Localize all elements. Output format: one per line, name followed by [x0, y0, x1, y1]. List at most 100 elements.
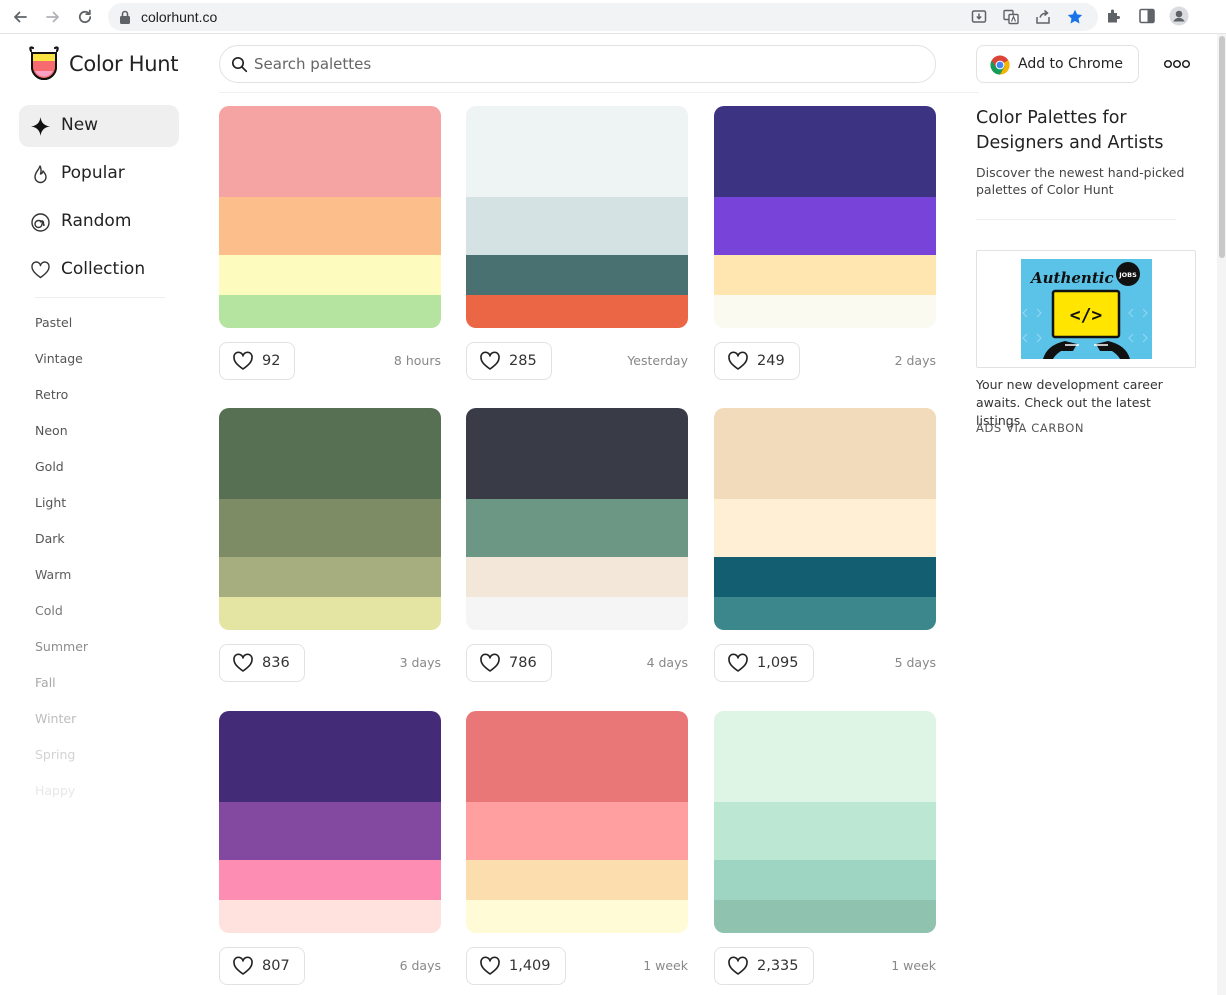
like-button[interactable]: 285 [466, 342, 552, 380]
color-swatch[interactable] [466, 860, 688, 900]
ads-via-carbon-link[interactable]: ADS VIA CARBON [976, 421, 1084, 435]
color-swatch[interactable] [466, 597, 688, 630]
search-input[interactable] [254, 52, 914, 76]
palette-swatches[interactable] [219, 711, 441, 933]
like-count: 92 [262, 353, 281, 369]
color-swatch[interactable] [466, 711, 688, 802]
color-swatch[interactable] [714, 711, 936, 802]
palette-swatches[interactable] [466, 408, 688, 630]
color-swatch[interactable] [219, 802, 441, 860]
color-swatch[interactable] [219, 900, 441, 933]
tag-link-dark[interactable]: Dark [35, 531, 65, 546]
back-button[interactable] [8, 5, 32, 29]
color-hunt-logo-icon[interactable] [27, 45, 61, 81]
share-icon[interactable] [1034, 8, 1052, 26]
add-to-chrome-button[interactable]: Add to Chrome [976, 45, 1139, 83]
color-swatch[interactable] [219, 295, 441, 328]
color-swatch[interactable] [219, 499, 441, 557]
color-swatch[interactable] [714, 295, 936, 328]
search-box[interactable] [219, 45, 936, 83]
color-swatch[interactable] [714, 597, 936, 630]
chrome-logo-icon [990, 55, 1010, 75]
color-swatch[interactable] [714, 860, 936, 900]
color-swatch[interactable] [466, 408, 688, 499]
bookmark-star-icon[interactable] [1066, 8, 1084, 26]
tag-link-gold[interactable]: Gold [35, 459, 64, 474]
tag-link-pastel[interactable]: Pastel [35, 315, 72, 330]
color-swatch[interactable] [219, 557, 441, 597]
sidebar-item-collection[interactable]: Collection [19, 249, 179, 291]
forward-button[interactable] [41, 5, 65, 29]
tag-link-happy[interactable]: Happy [35, 783, 75, 798]
color-swatch[interactable] [714, 802, 936, 860]
color-swatch[interactable] [219, 711, 441, 802]
lock-icon [120, 10, 130, 24]
tag-link-light[interactable]: Light [35, 495, 66, 510]
tag-link-retro[interactable]: Retro [35, 387, 68, 402]
more-options-icon[interactable] [1163, 55, 1191, 73]
color-swatch[interactable] [219, 197, 441, 255]
color-swatch[interactable] [466, 802, 688, 860]
palette-swatches[interactable] [219, 408, 441, 630]
color-swatch[interactable] [219, 597, 441, 630]
browser-toolbar: colorhunt.co [0, 0, 1226, 34]
like-button[interactable]: 249 [714, 342, 800, 380]
tag-link-vintage[interactable]: Vintage [35, 351, 83, 366]
sidebar-item-label: Random [61, 211, 132, 231]
carbon-ad[interactable]: Authentic JOBS </> [976, 250, 1196, 368]
flame-icon [34, 165, 47, 184]
palette-swatches[interactable] [714, 408, 936, 630]
color-swatch[interactable] [714, 900, 936, 933]
palette-swatches[interactable] [219, 106, 441, 328]
color-swatch[interactable] [466, 900, 688, 933]
like-button[interactable]: 1,409 [466, 947, 566, 985]
like-button[interactable]: 836 [219, 644, 305, 682]
color-swatch[interactable] [466, 106, 688, 197]
like-heart-icon [233, 653, 253, 672]
color-swatch[interactable] [219, 408, 441, 499]
palette-swatches[interactable] [466, 711, 688, 933]
palette-swatches[interactable] [714, 106, 936, 328]
color-swatch[interactable] [466, 295, 688, 328]
side-panel-icon[interactable] [1138, 7, 1156, 25]
tag-link-neon[interactable]: Neon [35, 423, 68, 438]
color-swatch[interactable] [714, 106, 936, 197]
color-swatch[interactable] [714, 408, 936, 499]
tag-link-spring[interactable]: Spring [35, 747, 75, 762]
tag-link-winter[interactable]: Winter [35, 711, 76, 726]
scrollbar-thumb[interactable] [1219, 36, 1225, 258]
tag-link-fall[interactable]: Fall [35, 675, 56, 690]
palette-swatches[interactable] [714, 711, 936, 933]
color-swatch[interactable] [466, 197, 688, 255]
color-swatch[interactable] [466, 499, 688, 557]
brand-name[interactable]: Color Hunt [69, 52, 178, 76]
tag-link-cold[interactable]: Cold [35, 603, 63, 618]
sidebar-item-popular[interactable]: Popular [19, 153, 179, 195]
extensions-icon[interactable] [1105, 7, 1123, 25]
color-swatch[interactable] [466, 557, 688, 597]
color-swatch[interactable] [466, 255, 688, 295]
like-button[interactable]: 1,095 [714, 644, 814, 682]
sidebar-item-new[interactable]: New [19, 105, 179, 147]
palette-swatches[interactable] [466, 106, 688, 328]
profile-avatar-icon[interactable] [1169, 6, 1189, 26]
color-swatch[interactable] [714, 255, 936, 295]
color-swatch[interactable] [714, 557, 936, 597]
color-swatch[interactable] [219, 860, 441, 900]
reload-button[interactable] [73, 5, 97, 29]
like-button[interactable]: 807 [219, 947, 305, 985]
address-bar[interactable]: colorhunt.co [108, 3, 1098, 31]
color-swatch[interactable] [714, 499, 936, 557]
header-divider [219, 92, 979, 93]
color-swatch[interactable] [219, 255, 441, 295]
install-app-icon[interactable] [970, 8, 988, 26]
tag-link-summer[interactable]: Summer [35, 639, 88, 654]
like-button[interactable]: 92 [219, 342, 296, 380]
tag-link-warm[interactable]: Warm [35, 567, 71, 582]
like-button[interactable]: 786 [466, 644, 552, 682]
color-swatch[interactable] [219, 106, 441, 197]
translate-icon[interactable] [1002, 8, 1020, 26]
like-button[interactable]: 2,335 [714, 947, 814, 985]
color-swatch[interactable] [714, 197, 936, 255]
sidebar-item-random[interactable]: Random [19, 201, 179, 243]
